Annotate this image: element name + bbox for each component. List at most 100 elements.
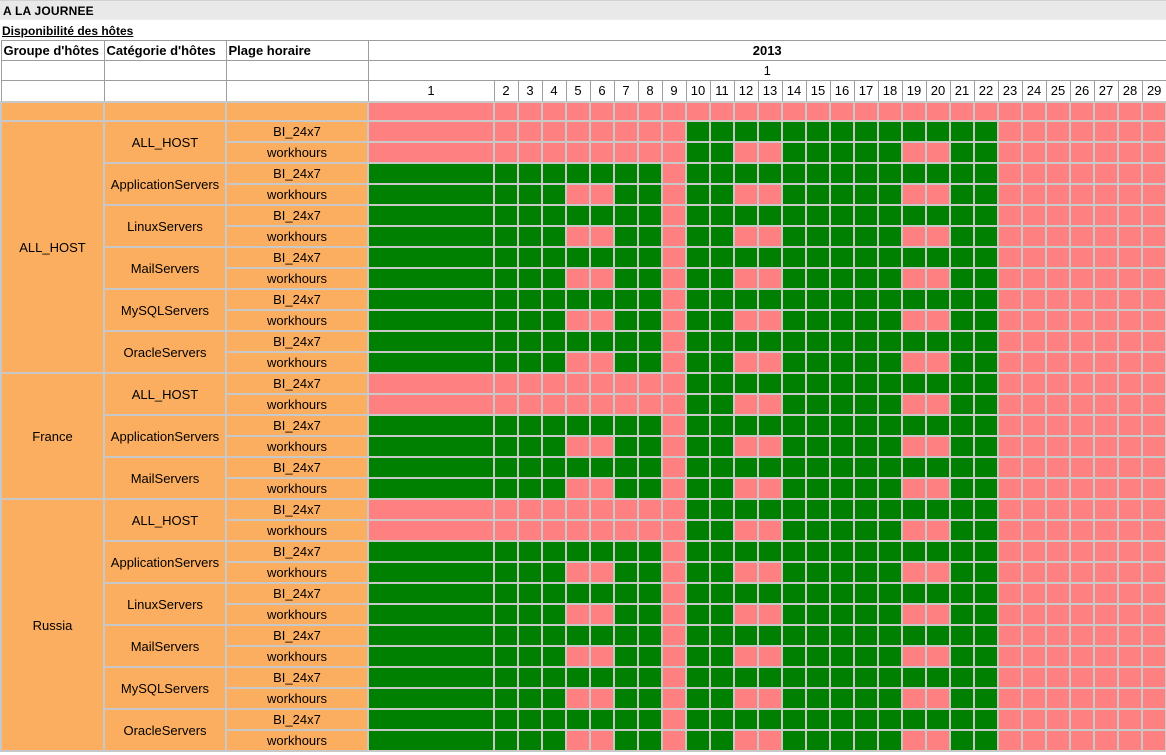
day-cell-up — [902, 625, 926, 646]
day-cell-down — [1046, 226, 1070, 247]
day-cell-up — [368, 604, 494, 625]
day-cell-down — [662, 499, 686, 520]
day-cell-down — [686, 102, 710, 121]
day-cell-up — [710, 667, 734, 688]
day-cell-up — [806, 541, 830, 562]
day-cell-up — [494, 352, 518, 373]
day-cell-down — [1022, 184, 1046, 205]
day-cell-down — [1118, 604, 1142, 625]
day-cell-down — [662, 184, 686, 205]
day-cell-down — [1094, 457, 1118, 478]
day-cell-up — [974, 688, 998, 709]
day-cell-up — [974, 289, 998, 310]
day-cell-up — [494, 310, 518, 331]
day-cell-up — [686, 289, 710, 310]
day-cell-up — [638, 184, 662, 205]
day-cell-down — [1142, 121, 1166, 142]
day-cell-down — [758, 478, 782, 499]
day-cell-up — [638, 331, 662, 352]
day-cell-up — [518, 583, 542, 604]
day-cell-down — [950, 102, 974, 121]
day-header-9: 9 — [662, 81, 686, 103]
day-cell-up — [734, 205, 758, 226]
day-cell-up — [566, 625, 590, 646]
day-cell-down — [1046, 415, 1070, 436]
day-cell-up — [878, 709, 902, 730]
day-cell-up — [518, 541, 542, 562]
day-cell-down — [1070, 394, 1094, 415]
day-cell-up — [782, 625, 806, 646]
timerange-cell: BI_24x7 — [226, 163, 368, 184]
day-cell-up — [734, 289, 758, 310]
day-cell-up — [974, 205, 998, 226]
day-cell-down — [662, 331, 686, 352]
day-cell-down — [902, 352, 926, 373]
day-cell-up — [686, 583, 710, 604]
day-cell-down — [518, 142, 542, 163]
day-cell-up — [686, 163, 710, 184]
day-cell-up — [854, 730, 878, 751]
day-cell-up — [950, 121, 974, 142]
day-cell-down — [590, 730, 614, 751]
day-cell-down — [518, 121, 542, 142]
day-cell-down — [1046, 562, 1070, 583]
day-cell-down — [1118, 667, 1142, 688]
day-cell-up — [566, 709, 590, 730]
day-cell-up — [518, 562, 542, 583]
day-cell-up — [734, 625, 758, 646]
day-cell-down — [1046, 730, 1070, 751]
day-cell-down — [1022, 205, 1046, 226]
day-cell-down — [1070, 289, 1094, 310]
day-cell-up — [806, 394, 830, 415]
day-cell-down — [998, 688, 1022, 709]
day-cell-down — [590, 499, 614, 520]
day-cell-up — [830, 667, 854, 688]
day-cell-up — [950, 205, 974, 226]
day-cell-up — [614, 331, 638, 352]
day-cell-up — [902, 289, 926, 310]
day-cell-up — [830, 541, 854, 562]
day-cell-down — [902, 226, 926, 247]
day-cell-up — [758, 289, 782, 310]
day-cell-down — [1142, 352, 1166, 373]
day-cell-up — [542, 562, 566, 583]
day-header-28: 28 — [1118, 81, 1142, 103]
day-cell-down — [1070, 646, 1094, 667]
day-cell-down — [1118, 394, 1142, 415]
day-cell-down — [1142, 373, 1166, 394]
day-cell-up — [878, 457, 902, 478]
day-cell-down — [1070, 373, 1094, 394]
day-cell-down — [1142, 583, 1166, 604]
day-header-25: 25 — [1046, 81, 1070, 103]
day-cell-up — [950, 562, 974, 583]
day-cell-up — [494, 163, 518, 184]
day-cell-down — [662, 478, 686, 499]
day-cell-up — [878, 541, 902, 562]
day-header-15: 15 — [806, 81, 830, 103]
day-cell-up — [542, 331, 566, 352]
timerange-cell: BI_24x7 — [226, 247, 368, 268]
day-cell-up — [758, 499, 782, 520]
day-cell-up — [758, 625, 782, 646]
day-cell-up — [710, 646, 734, 667]
day-cell-down — [1022, 520, 1046, 541]
day-cell-down — [542, 499, 566, 520]
day-cell-down — [590, 102, 614, 121]
day-cell-down — [1118, 331, 1142, 352]
report-title-link[interactable]: Disponibilité des hôtes — [2, 24, 133, 38]
day-cell-down — [1094, 142, 1118, 163]
day-cell-down — [566, 499, 590, 520]
empty-label-cell — [226, 102, 368, 121]
day-cell-up — [638, 688, 662, 709]
day-cell-up — [710, 436, 734, 457]
day-cell-up — [806, 415, 830, 436]
day-cell-up — [368, 268, 494, 289]
day-cell-up — [590, 667, 614, 688]
day-cell-up — [830, 142, 854, 163]
day-cell-up — [950, 352, 974, 373]
empty-header-cell — [226, 81, 368, 103]
day-cell-up — [806, 436, 830, 457]
day-cell-up — [830, 121, 854, 142]
day-cell-down — [1070, 625, 1094, 646]
day-cell-up — [878, 289, 902, 310]
